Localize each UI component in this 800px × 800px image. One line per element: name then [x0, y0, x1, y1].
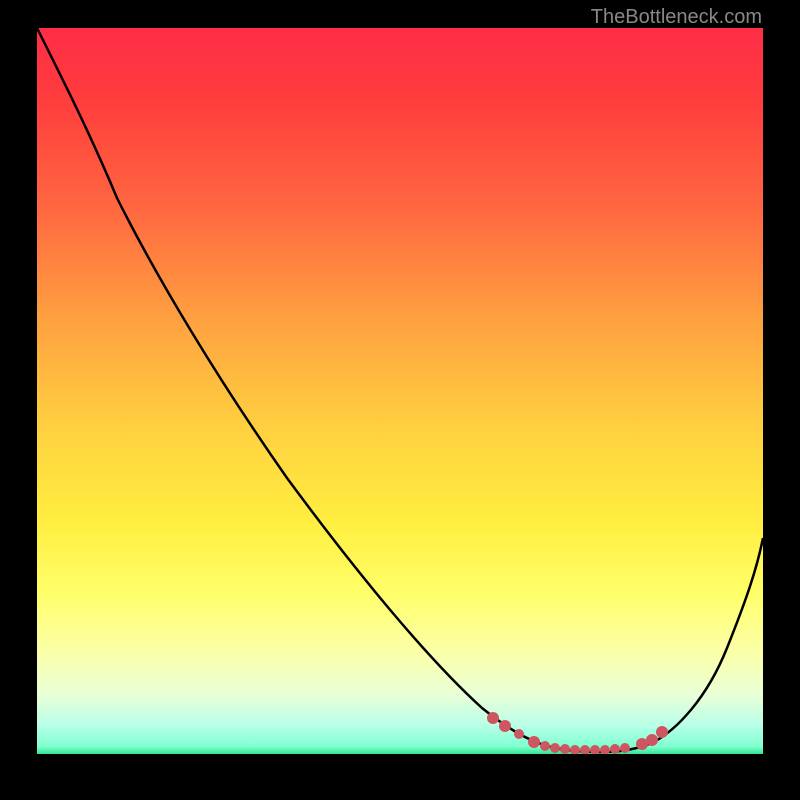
marker-dot	[580, 745, 590, 754]
marker-dot	[528, 736, 540, 748]
chart-container: TheBottleneck.com	[0, 0, 800, 800]
chart-svg	[37, 28, 763, 754]
marker-dot	[570, 745, 580, 754]
marker-dot	[610, 744, 620, 754]
attribution-text: TheBottleneck.com	[591, 6, 762, 29]
bottleneck-curve-path	[37, 28, 763, 752]
marker-layer	[487, 712, 668, 754]
marker-dot	[646, 734, 658, 746]
curve-layer	[37, 28, 763, 752]
marker-dot	[620, 743, 630, 753]
marker-dot	[550, 743, 560, 753]
marker-dot	[560, 744, 570, 754]
marker-dot	[514, 729, 524, 739]
marker-dot	[590, 745, 600, 754]
marker-dot	[487, 712, 499, 724]
marker-dot	[540, 741, 550, 751]
marker-dot	[656, 726, 668, 738]
marker-dot	[499, 720, 511, 732]
marker-dot	[600, 745, 610, 754]
